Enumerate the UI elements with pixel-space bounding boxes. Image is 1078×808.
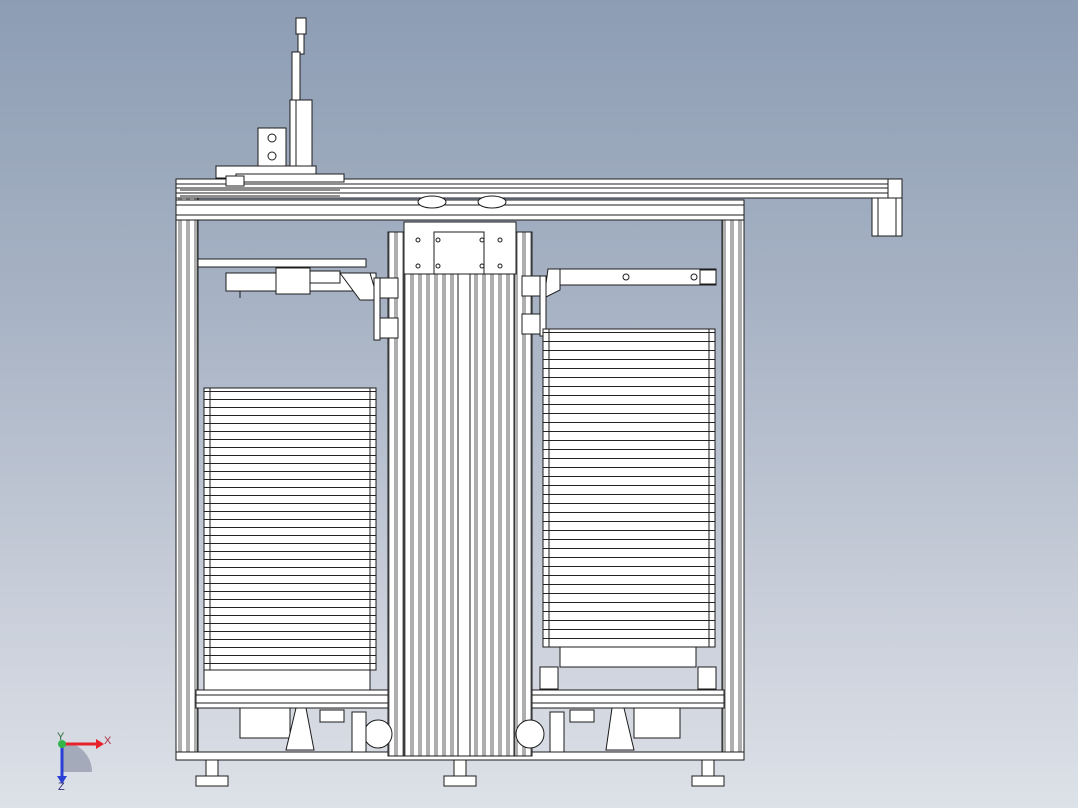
leveling-feet <box>195 759 725 787</box>
beam-end-block <box>871 197 903 237</box>
machine-drawing: X Y Z <box>57 17 903 793</box>
frame-top-rail <box>175 199 745 221</box>
right-tray-stack <box>539 328 717 690</box>
cad-viewport[interactable]: X Y Z <box>0 0 1078 808</box>
coordinate-triad: X Y Z <box>57 731 112 793</box>
z-axis-label: Z <box>58 781 65 793</box>
x-axis-label: X <box>104 735 112 747</box>
y-axis-label: Y <box>57 731 65 743</box>
frame-left-post <box>175 197 199 761</box>
right-gripper-arm <box>521 268 717 337</box>
left-gripper-arm <box>197 258 399 341</box>
central-column <box>387 231 533 757</box>
frame-right-post <box>721 219 745 761</box>
left-tray-stack <box>203 387 377 691</box>
vertical-cylinder <box>180 17 345 197</box>
x-axis-arrowhead <box>96 739 104 749</box>
column-top-plate <box>403 221 517 275</box>
